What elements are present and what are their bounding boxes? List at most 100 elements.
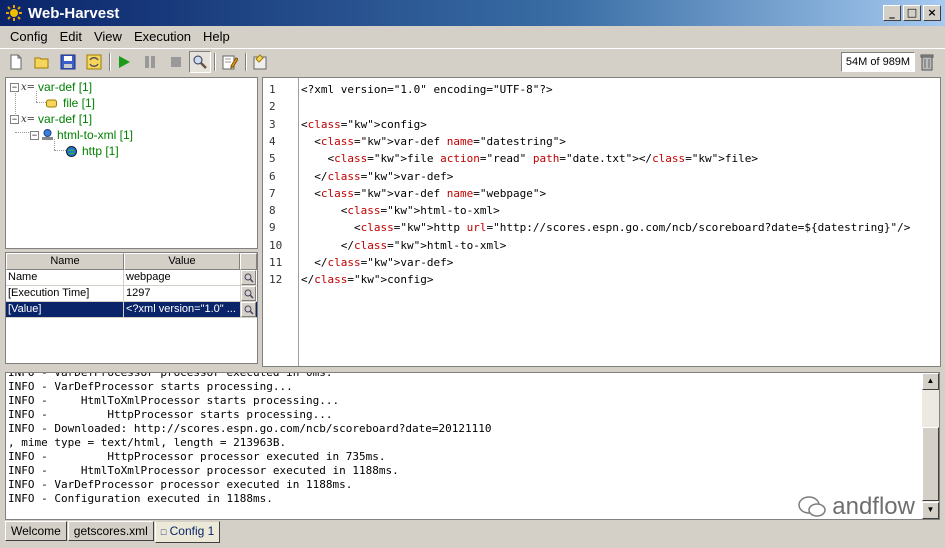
stop-button[interactable] (165, 51, 187, 73)
tree-node-var-def-1[interactable]: − x= var-def [1] (10, 79, 92, 95)
tree-node-var-def-2[interactable]: − x= var-def [1] (10, 111, 92, 127)
config-tree: − x= var-def [1] file [1] − x= var-def [… (5, 77, 258, 249)
log-scrollbar[interactable]: ▲ ▼ (922, 373, 939, 519)
line-number: 8 (269, 204, 276, 218)
magnifier-icon (193, 55, 207, 69)
settings-button[interactable] (250, 51, 272, 73)
tree-node-file[interactable]: file [1] (46, 95, 95, 111)
log-line: INFO - Downloaded: http://scores.espn.go… (8, 422, 492, 435)
line-number: 12 (269, 273, 283, 287)
table-row[interactable]: Name webpage (6, 270, 257, 286)
config-tab-icon: □ (160, 527, 167, 537)
variable-icon: x= (21, 81, 36, 93)
tree-node-html-to-xml[interactable]: − html-to-xml [1] (30, 127, 133, 143)
code-line[interactable]: <class="kw">var-def name="webpage"> (301, 187, 546, 204)
code-line[interactable]: <class="kw">var-def name="datestring"> (301, 135, 566, 152)
save-button[interactable] (57, 51, 79, 73)
document-tabs: Welcome getscores.xml □ Config 1 (5, 521, 221, 543)
line-number: 7 (269, 186, 276, 200)
table-row-selected[interactable]: [Value] <?xml version="1.0" ... (6, 302, 257, 318)
tab-getscores-xml[interactable]: getscores.xml (67, 521, 154, 541)
globe-icon (66, 145, 77, 157)
code-line[interactable]: <class="kw">http url="http://scores.espn… (301, 221, 910, 238)
maximize-button[interactable]: □ (903, 5, 921, 21)
column-header-name[interactable]: Name (6, 253, 124, 270)
line-number: 6 (269, 169, 276, 183)
log-line: INFO - HttpProcessor starts processing..… (8, 408, 333, 421)
save-icon (60, 54, 76, 70)
file-icon (46, 99, 57, 107)
refresh-button[interactable] (83, 51, 105, 73)
line-number-gutter: 1 2 3 4 5 6 7 8 9 10 11 12 (263, 78, 299, 366)
stop-icon (171, 57, 181, 67)
line-number: 10 (269, 238, 283, 252)
new-file-button[interactable] (5, 51, 27, 73)
window-title: Web-Harvest (28, 4, 120, 22)
log-line: INFO - VarDefProcessor starts processing… (8, 380, 293, 393)
wechat-icon (798, 496, 827, 517)
find-button[interactable] (189, 51, 211, 73)
code-line[interactable]: </class="kw">config> (301, 273, 433, 290)
line-number: 3 (269, 117, 276, 131)
title-bar: Web-Harvest _ □ × (0, 0, 945, 26)
app-logo-icon (6, 5, 22, 21)
menu-help[interactable]: Help (197, 26, 236, 47)
properties-table: Name Value Name webpage [Execution Time]… (5, 252, 258, 364)
pause-button[interactable] (139, 51, 161, 73)
inspect-button[interactable] (241, 286, 256, 301)
log-line: INFO - Configuration executed in 1188ms. (8, 492, 273, 505)
magnifier-icon (244, 305, 254, 315)
line-number: 11 (269, 256, 283, 269)
scroll-thumb[interactable] (922, 427, 939, 501)
line-number: 1 (269, 83, 276, 96)
toolbar: 54M of 989M (0, 48, 945, 75)
code-line[interactable]: </class="kw">var-def> (301, 256, 453, 273)
menu-bar: Config Edit View Execution Help (0, 26, 945, 47)
log-line: , mime type = text/html, length = 213963… (8, 436, 287, 449)
settings-icon (253, 54, 267, 70)
line-number: 9 (269, 221, 276, 235)
variable-icon: x= (21, 113, 36, 125)
log-panel: INFO - Configuration executed in 1188ms.… (5, 372, 940, 520)
log-line: INFO - VarDefProcessor processor execute… (8, 372, 333, 379)
menu-view[interactable]: View (88, 26, 128, 47)
trash-icon[interactable] (917, 52, 937, 72)
open-file-button[interactable] (31, 51, 53, 73)
line-number: 4 (269, 134, 276, 148)
edit-button[interactable] (219, 51, 241, 73)
close-button[interactable]: × (923, 5, 941, 21)
watermark: andflow (798, 493, 915, 519)
html-to-xml-icon (42, 129, 53, 140)
inspect-button[interactable] (241, 270, 256, 285)
magnifier-icon (244, 289, 254, 299)
scroll-down-button[interactable]: ▼ (922, 502, 939, 519)
magnifier-icon (244, 273, 254, 283)
tree-node-http[interactable]: http [1] (66, 143, 119, 159)
table-row[interactable]: [Execution Time] 1297 (6, 286, 257, 302)
code-line[interactable]: <class="kw">file action="read" path="dat… (301, 152, 758, 169)
tab-welcome[interactable]: Welcome (5, 521, 67, 541)
log-line: INFO - HtmlToXmlProcessor processor exec… (8, 464, 399, 477)
inspect-button[interactable] (241, 302, 256, 317)
minimize-button[interactable]: _ (883, 5, 901, 21)
collapse-icon[interactable]: − (30, 130, 39, 140)
tab-config-1[interactable]: □ Config 1 (154, 521, 221, 543)
menu-edit[interactable]: Edit (54, 26, 88, 47)
menu-execution[interactable]: Execution (128, 26, 197, 47)
memory-indicator: 54M of 989M (841, 52, 915, 72)
log-line: INFO - HtmlToXmlProcessor starts process… (8, 394, 340, 407)
code-line[interactable]: <class="kw">html-to-xml> (301, 204, 500, 221)
log-line: INFO - HttpProcessor processor executed … (8, 450, 386, 463)
menu-config[interactable]: Config (4, 26, 54, 47)
pause-icon (145, 56, 155, 68)
xml-editor[interactable]: 1 2 3 4 5 6 7 8 9 10 11 12 <?xml version="1.0" enco… (262, 77, 941, 367)
column-header-value[interactable]: Value (124, 253, 240, 270)
code-line[interactable]: <?xml version="1.0" encoding="UTF-8"?> (301, 83, 553, 100)
code-line[interactable]: </class="kw">html-to-xml> (301, 239, 507, 256)
code-line[interactable]: </class="kw">var-def> (301, 170, 453, 187)
edit-pencil-icon (222, 55, 238, 70)
refresh-icon (86, 54, 102, 70)
scroll-up-button[interactable]: ▲ (922, 373, 939, 390)
run-button[interactable] (113, 51, 135, 73)
code-line[interactable]: <class="kw">config> (301, 118, 427, 135)
